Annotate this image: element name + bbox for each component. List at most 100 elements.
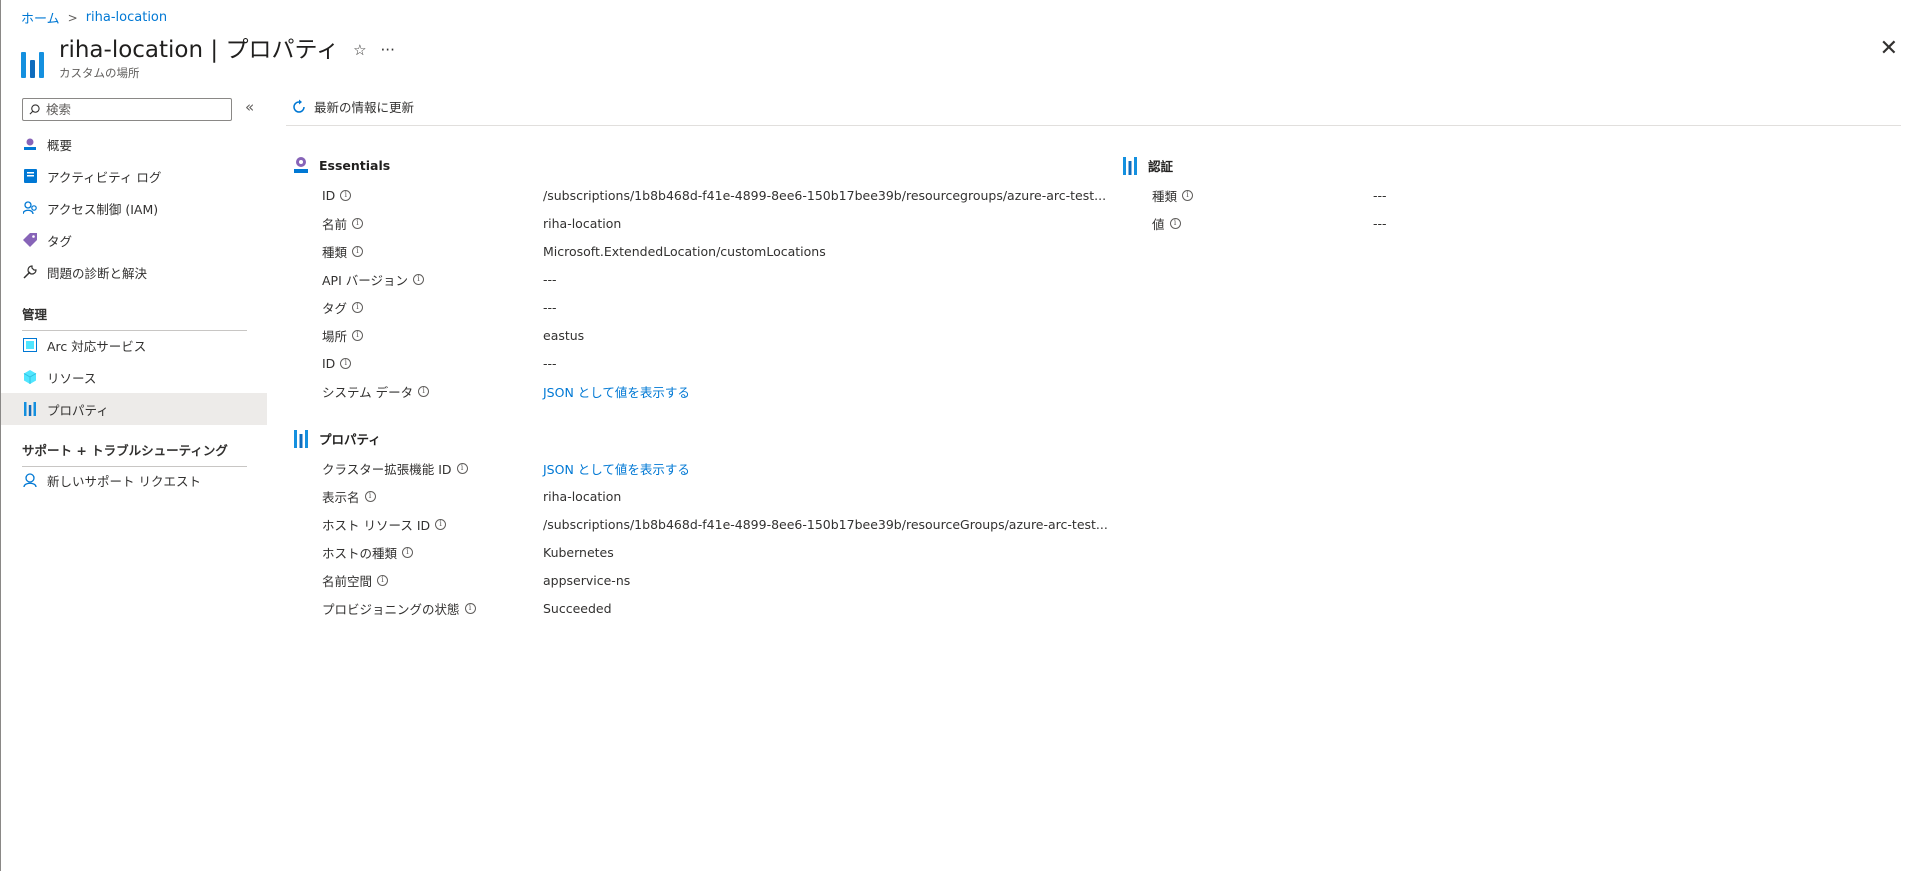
- info-icon[interactable]: i: [418, 385, 430, 397]
- sidebar-item-tags[interactable]: タグ: [1, 224, 267, 256]
- row-value: ---: [1373, 187, 1387, 203]
- tag-icon: [22, 232, 38, 248]
- sidebar-item-overview[interactable]: 概要: [1, 128, 267, 160]
- properties-row: 表示名 i riha-location: [322, 482, 1108, 510]
- breadcrumb-current[interactable]: riha-location: [86, 10, 167, 25]
- arc-services-icon: [22, 337, 38, 353]
- info-icon[interactable]: i: [352, 329, 364, 341]
- portal-frame: ホーム > riha-location riha-location | プロパテ…: [0, 0, 1928, 871]
- row-label: 種類: [322, 244, 348, 260]
- row-label: ホストの種類: [322, 545, 398, 561]
- sidebar-item-resources[interactable]: リソース: [1, 361, 267, 393]
- info-icon[interactable]: i: [377, 574, 389, 586]
- row-label: 値: [1152, 216, 1165, 232]
- info-icon[interactable]: i: [413, 273, 424, 285]
- info-icon[interactable]: i: [352, 245, 364, 257]
- info-icon[interactable]: i: [435, 518, 447, 530]
- essentials-row: タグ i ---: [322, 293, 1106, 321]
- auth-icon: [1122, 156, 1138, 175]
- essentials-row: ID i /subscriptions/1b8b468d-f41e-4899-8e…: [322, 181, 1106, 209]
- nav-support: 新しいサポート リクエスト: [1, 464, 267, 496]
- more-options-icon[interactable]: ···: [381, 40, 395, 60]
- row-value: ---: [543, 355, 557, 371]
- iam-icon: [22, 200, 38, 216]
- title-block: riha-location | プロパティ ☆ ··· カスタムの場所: [59, 36, 395, 81]
- essentials-header: Essentials: [293, 156, 390, 174]
- collapse-sidebar-icon[interactable]: «: [245, 98, 254, 116]
- favorite-star-icon[interactable]: ☆: [353, 40, 366, 60]
- row-value: Succeeded: [543, 600, 612, 616]
- properties-rows: クラスター拡張機能 ID i JSON として値を表示する 表示名 i riha-l…: [322, 454, 1108, 622]
- close-icon[interactable]: ✕: [1880, 38, 1898, 60]
- breadcrumb-home[interactable]: ホーム: [21, 8, 60, 27]
- sidebar-item-iam[interactable]: アクセス制御 (IAM): [1, 192, 267, 224]
- info-icon[interactable]: i: [352, 217, 364, 229]
- row-value: ---: [1373, 215, 1387, 231]
- activity-log-icon: [22, 168, 38, 184]
- row-value: riha-location: [543, 488, 622, 504]
- search-box[interactable]: [22, 98, 232, 121]
- sidebar-item-activity-log[interactable]: アクティビティ ログ: [1, 160, 267, 192]
- sidebar-item-label: アクセス制御 (IAM): [47, 201, 159, 217]
- refresh-button[interactable]: 最新の情報に更新: [291, 97, 414, 116]
- view-json-link[interactable]: JSON として値を表示する: [543, 459, 690, 478]
- search-input[interactable]: [46, 102, 216, 117]
- row-value: riha-location: [543, 215, 622, 231]
- properties-title: プロパティ: [319, 432, 381, 447]
- properties-row: ホストの種類 i Kubernetes: [322, 538, 1108, 566]
- row-label: 名前空間: [322, 573, 373, 589]
- auth-rows: 種類 i --- 値i ---: [1152, 181, 1387, 237]
- row-label: タグ: [322, 300, 348, 316]
- sidebar-item-label: 概要: [47, 137, 73, 153]
- sidebar-item-support-request[interactable]: 新しいサポート リクエスト: [1, 464, 267, 496]
- auth-header: 認証: [1122, 156, 1173, 175]
- info-icon[interactable]: i: [364, 490, 376, 502]
- breadcrumb-separator: >: [67, 10, 78, 25]
- section-manage: 管理: [22, 304, 247, 331]
- info-icon[interactable]: i: [352, 301, 364, 313]
- auth-row: 種類 i ---: [1152, 181, 1387, 209]
- row-value: appservice-ns: [543, 572, 631, 588]
- properties-icon: [22, 401, 38, 417]
- essentials-row: システム データ i JSON として値を表示する: [322, 377, 1106, 405]
- support-request-icon: [22, 472, 38, 488]
- row-label: 表示名: [322, 489, 360, 505]
- properties-row: ホスト リソース ID i /subscriptions/1b8b468d-f41…: [322, 510, 1108, 538]
- page-header: riha-location | プロパティ ☆ ··· カスタムの場所: [21, 36, 395, 81]
- info-icon[interactable]: i: [340, 357, 352, 369]
- properties-resource-icon: [21, 42, 47, 78]
- sidebar-item-diagnose[interactable]: 問題の診断と解決: [1, 256, 267, 288]
- essentials-row: 名前 i riha-location: [322, 209, 1106, 237]
- row-value: Microsoft.ExtendedLocation/customLocatio…: [543, 243, 826, 259]
- row-label: ホスト リソース ID: [322, 517, 431, 533]
- properties-row: プロビジョニングの状態 i Succeeded: [322, 594, 1108, 622]
- overview-icon: [22, 136, 38, 152]
- row-label: ID: [322, 355, 336, 371]
- row-value: ---: [543, 271, 557, 287]
- sidebar-item-properties[interactable]: プロパティ: [1, 393, 267, 425]
- info-icon[interactable]: i: [402, 546, 414, 558]
- essentials-row: API バージョン i ---: [322, 265, 1106, 293]
- info-icon[interactable]: i: [1169, 217, 1181, 229]
- cube-icon: [22, 369, 38, 385]
- essentials-row: 場所 i eastus: [322, 321, 1106, 349]
- auth-row: 値i ---: [1152, 209, 1387, 237]
- properties-section-icon: [293, 429, 309, 448]
- sidebar-item-label: Arc 対応サービス: [47, 338, 147, 354]
- row-label: 場所: [322, 328, 348, 344]
- essentials-row: 種類 i Microsoft.ExtendedLocation/customLoc…: [322, 237, 1106, 265]
- info-icon[interactable]: i: [1182, 189, 1194, 201]
- nav-general: 概要 アクティビティ ログ アクセス制御 (IAM) タグ 問題の診断と解決: [1, 128, 267, 288]
- nav-manage: Arc 対応サービス リソース プロパティ: [1, 329, 267, 425]
- info-icon[interactable]: i: [464, 602, 476, 614]
- sidebar-item-arc-services[interactable]: Arc 対応サービス: [1, 329, 267, 361]
- info-icon[interactable]: i: [340, 189, 352, 201]
- sidebar-item-label: 問題の診断と解決: [47, 265, 148, 281]
- wrench-icon: [22, 264, 38, 280]
- essentials-row: ID i ---: [322, 349, 1106, 377]
- view-json-link[interactable]: JSON として値を表示する: [543, 382, 690, 401]
- page-subtitle: カスタムの場所: [59, 66, 140, 80]
- info-icon[interactable]: i: [456, 462, 468, 474]
- essentials-icon: [293, 156, 309, 174]
- row-label: 名前: [322, 216, 348, 232]
